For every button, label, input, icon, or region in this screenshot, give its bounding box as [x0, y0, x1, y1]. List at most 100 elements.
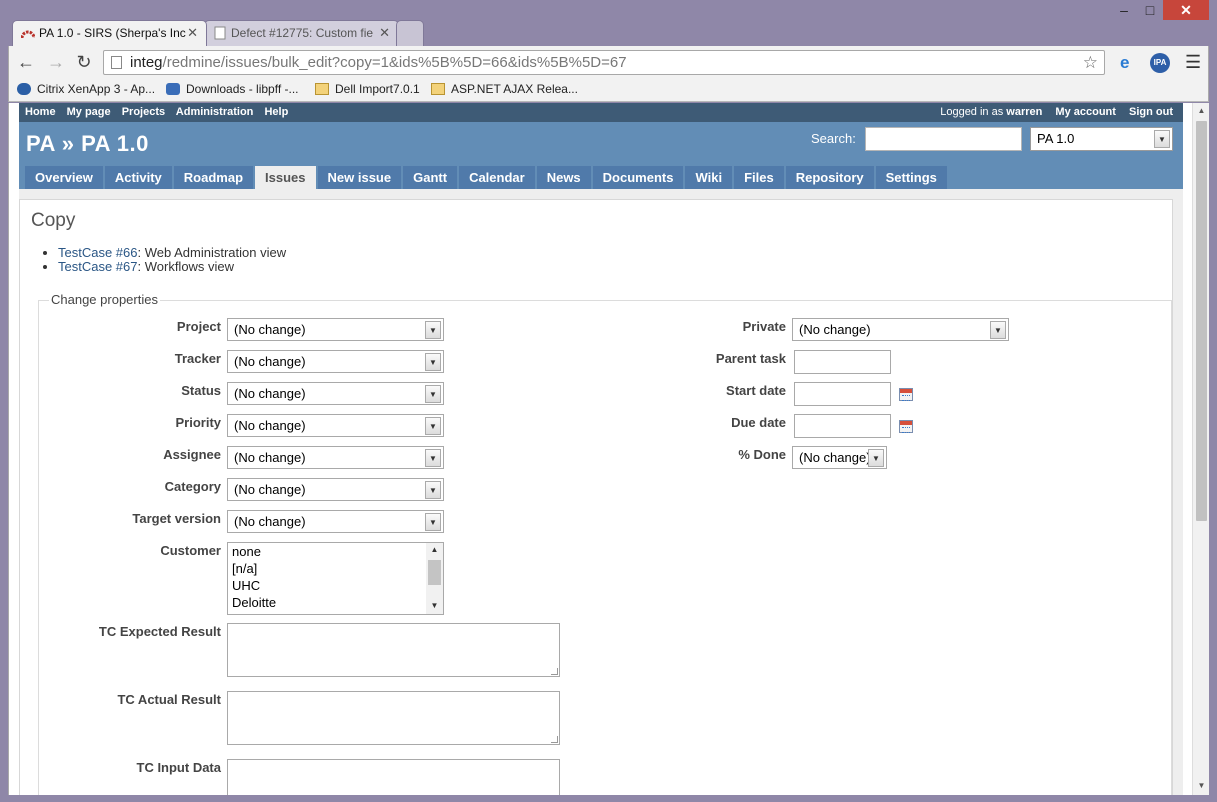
tab-overview[interactable]: Overview: [25, 166, 103, 189]
select-value: (No change): [234, 482, 306, 497]
scroll-up-icon[interactable]: ▲: [1193, 106, 1209, 115]
tab-repository[interactable]: Repository: [785, 166, 874, 189]
customer-listbox[interactable]: none [n/a] UHC Deloitte ▲ ▼: [227, 542, 444, 615]
tc-actual-result-textarea[interactable]: [227, 691, 560, 745]
listbox-option[interactable]: UHC: [228, 577, 443, 594]
ie-tab-icon[interactable]: e: [1120, 53, 1129, 73]
project-select[interactable]: (No change) ▼: [227, 318, 444, 341]
percent-done-select[interactable]: (No change) ▼: [792, 446, 887, 469]
citrix-icon: [17, 83, 31, 95]
field-label: TC Expected Result: [98, 624, 221, 639]
listbox-option[interactable]: [n/a]: [228, 560, 443, 577]
maximize-button[interactable]: □: [1137, 0, 1163, 20]
tracker-select[interactable]: (No change) ▼: [227, 350, 444, 373]
chrome-menu-icon[interactable]: ☰: [1185, 52, 1201, 73]
tab-new-issue[interactable]: New issue: [317, 166, 402, 189]
tab-settings[interactable]: Settings: [875, 166, 947, 189]
top-menu-my-account[interactable]: My account: [1055, 106, 1116, 118]
chevron-down-icon: ▼: [425, 449, 441, 467]
forward-icon[interactable]: →: [45, 51, 67, 73]
bookmark-label: Citrix XenApp 3 - Ap...: [37, 82, 156, 96]
select-value: (No change): [234, 354, 306, 369]
field-label: Project: [176, 319, 221, 334]
listbox-option[interactable]: none: [228, 543, 443, 560]
field-label: TC Actual Result: [117, 692, 221, 707]
top-menu-projects[interactable]: Projects: [122, 106, 165, 118]
browser-tab[interactable]: Defect #12775: Custom fie ✕: [204, 20, 399, 46]
search-input[interactable]: [865, 127, 1022, 151]
scroll-down-icon[interactable]: ▼: [1193, 781, 1209, 790]
private-select[interactable]: (No change) ▼: [792, 318, 1009, 341]
tc-expected-result-textarea[interactable]: [227, 623, 560, 677]
calendar-icon[interactable]: [899, 388, 913, 401]
bookmark-citrix[interactable]: Citrix XenApp 3 - Ap...: [17, 82, 155, 96]
due-date-input[interactable]: [794, 414, 891, 438]
chevron-down-icon: ▼: [1154, 130, 1170, 148]
bookmark-star-icon[interactable]: ☆: [1083, 51, 1098, 74]
content-heading: Copy: [31, 210, 76, 231]
calendar-icon[interactable]: [899, 420, 913, 433]
assignee-select[interactable]: (No change) ▼: [227, 446, 444, 469]
status-select[interactable]: (No change) ▼: [227, 382, 444, 405]
project-jump-select[interactable]: PA 1.0 ▼: [1030, 127, 1173, 151]
search-label: Search:: [811, 131, 856, 146]
start-date-input[interactable]: [794, 382, 891, 406]
ipa-extension-icon[interactable]: IPA: [1150, 53, 1170, 73]
tab-gantt[interactable]: Gantt: [403, 166, 458, 189]
top-menu-my-page[interactable]: My page: [67, 106, 111, 118]
close-tab-icon[interactable]: ✕: [187, 21, 198, 45]
parent-task-input[interactable]: [794, 350, 891, 374]
listbox-scrollbar[interactable]: ▲ ▼: [426, 543, 443, 614]
chevron-down-icon: ▼: [425, 385, 441, 403]
browser-tab-active[interactable]: PA 1.0 - SIRS (Sherpa's Inc ✕: [12, 20, 207, 46]
reload-icon[interactable]: ↻: [73, 51, 95, 73]
category-select[interactable]: (No change) ▼: [227, 478, 444, 501]
tab-calendar[interactable]: Calendar: [459, 166, 535, 189]
tab-roadmap[interactable]: Roadmap: [173, 166, 254, 189]
select-value: (No change): [799, 322, 871, 337]
tab-wiki[interactable]: Wiki: [685, 166, 733, 189]
close-window-button[interactable]: ✕: [1163, 0, 1209, 20]
target-version-select[interactable]: (No change) ▼: [227, 510, 444, 533]
issue-link[interactable]: TestCase #66: [58, 245, 138, 260]
priority-select[interactable]: (No change) ▼: [227, 414, 444, 437]
url-host: integ: [130, 54, 163, 71]
logged-in-text: Logged in as warren: [940, 106, 1042, 118]
select-value: (No change): [234, 418, 306, 433]
issue-link[interactable]: TestCase #67: [58, 259, 138, 274]
scrollbar-thumb[interactable]: [1196, 121, 1207, 521]
top-menu-sign-out[interactable]: Sign out: [1129, 106, 1173, 118]
minimize-button[interactable]: –: [1111, 0, 1137, 20]
tab-issues[interactable]: Issues: [255, 166, 316, 189]
tab-activity[interactable]: Activity: [104, 166, 172, 189]
tab-title: Defect #12775: Custom fie: [231, 26, 374, 40]
bookmarks-bar: Citrix XenApp 3 - Ap... Downloads - libp…: [8, 79, 1209, 102]
scroll-up-icon[interactable]: ▲: [426, 545, 443, 554]
scrollbar-thumb[interactable]: [428, 560, 441, 585]
bookmark-dell-import[interactable]: Dell Import7.0.1: [315, 82, 420, 96]
chevron-down-icon: ▼: [990, 321, 1006, 339]
tab-documents[interactable]: Documents: [592, 166, 684, 189]
page-icon: [111, 56, 122, 69]
tab-news[interactable]: News: [536, 166, 591, 189]
new-tab-button[interactable]: [396, 20, 424, 46]
logged-in-user[interactable]: warren: [1006, 106, 1042, 118]
chevron-down-icon: ▼: [425, 353, 441, 371]
tc-input-data-textarea[interactable]: [227, 759, 560, 795]
scroll-down-icon[interactable]: ▼: [426, 601, 443, 610]
page-scrollbar[interactable]: ▲ ▼: [1192, 103, 1209, 795]
back-icon[interactable]: ←: [15, 51, 37, 73]
close-tab-icon[interactable]: ✕: [379, 21, 390, 45]
listbox-option[interactable]: Deloitte: [228, 594, 443, 611]
bookmark-label: ASP.NET AJAX Relea...: [451, 82, 578, 96]
bookmark-downloads[interactable]: Downloads - libpff -...: [166, 82, 299, 96]
tab-files[interactable]: Files: [734, 166, 784, 189]
address-bar[interactable]: integ/redmine/issues/bulk_edit?copy=1&id…: [103, 50, 1105, 75]
top-menu-administration[interactable]: Administration: [176, 106, 254, 118]
field-label: Tracker: [174, 351, 221, 366]
top-menu-home[interactable]: Home: [25, 106, 56, 118]
bookmark-aspnet-ajax[interactable]: ASP.NET AJAX Relea...: [431, 82, 578, 96]
top-menu-help[interactable]: Help: [264, 106, 288, 118]
change-properties-fieldset: Change properties Project (No change) ▼ T…: [38, 292, 1172, 795]
chevron-down-icon: ▼: [868, 449, 884, 467]
